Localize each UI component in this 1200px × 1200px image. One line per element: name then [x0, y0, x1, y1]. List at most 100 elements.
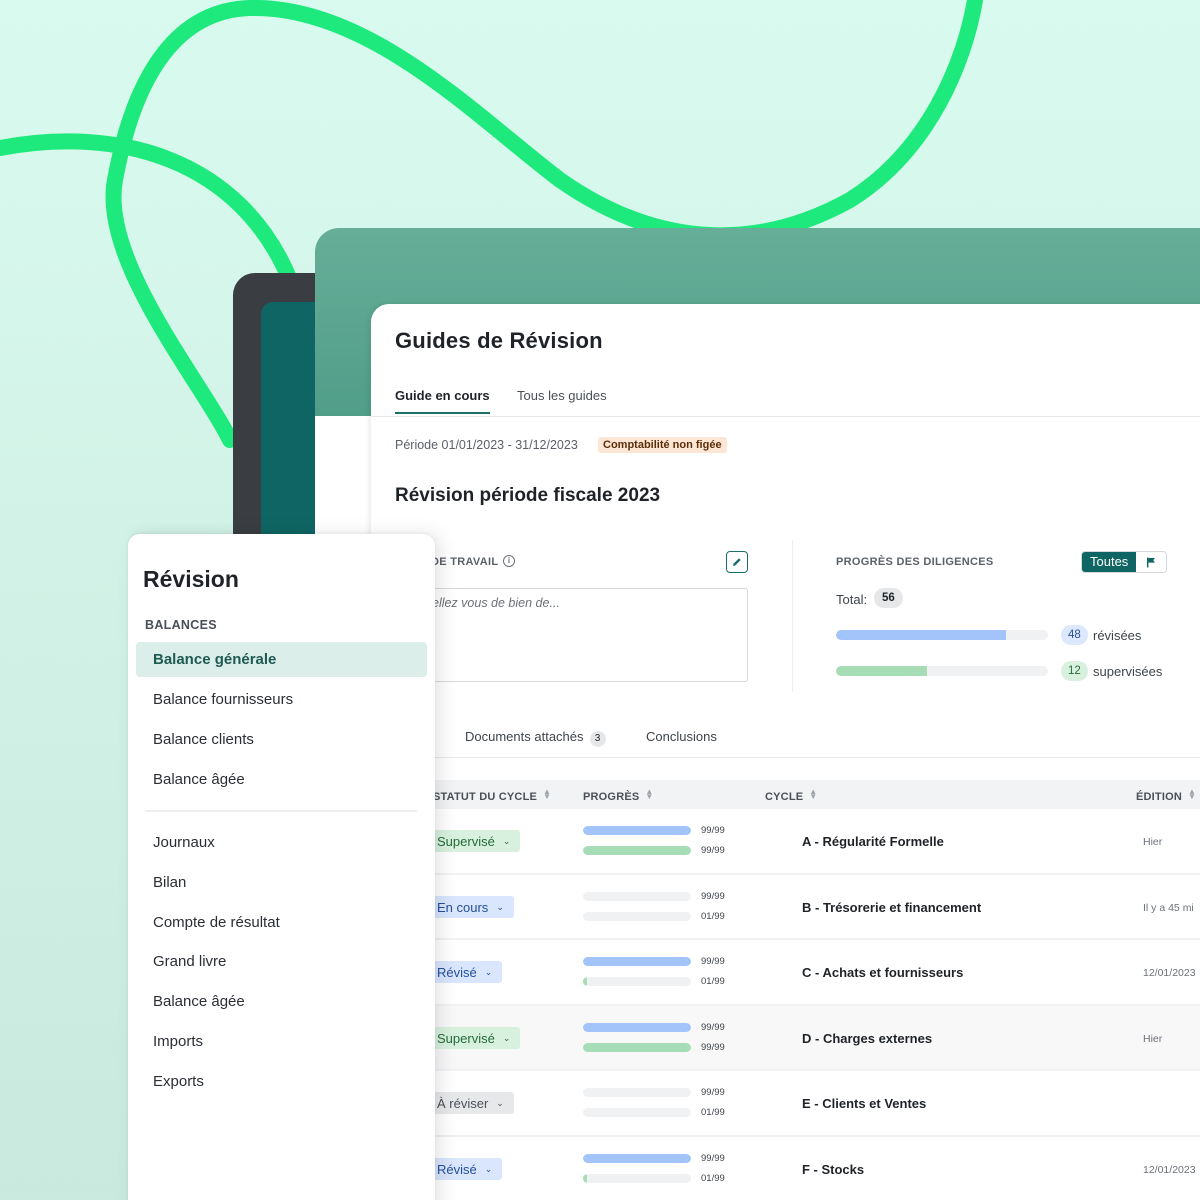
table-header: STATUT DU CYCLE ▲ ▼ PROGRÈS ▲ ▼ CYCLE ▲ ▼ ÉDIT… [371, 780, 1200, 809]
status-label: Révisé [437, 965, 477, 980]
sidebar-item-balance-clients[interactable]: Balance clients [136, 722, 427, 757]
supervised-mini-fill [583, 1042, 691, 1052]
cycle-name[interactable]: B - Trésorerie et financement [802, 900, 981, 915]
progress-filter: Toutes [1081, 551, 1168, 573]
supervised-value: 01/99 [701, 976, 725, 987]
sidebar-item-exports[interactable]: Exports [136, 1064, 427, 1099]
column-header-edition-label: ÉDITION [1136, 791, 1183, 803]
column-header-progress[interactable]: PROGRÈS ▲ ▼ [583, 787, 654, 804]
cycle-name[interactable]: A - Régularité Formelle [802, 834, 944, 849]
column-header-status[interactable]: STATUT DU CYCLE ▲ ▼ [433, 787, 552, 804]
status-label: Révisé [437, 1161, 477, 1177]
chevron-down-icon: ⌄ [496, 1098, 504, 1108]
revised-mini-fill [583, 1022, 691, 1032]
revised-mini-bar [583, 1022, 691, 1032]
sidebar-item-balance-generale[interactable]: Balance générale [136, 642, 427, 677]
tab-conclusions[interactable]: Conclusions [646, 729, 717, 744]
edit-notes-button[interactable] [726, 551, 748, 573]
documents-count-badge: 3 [589, 731, 606, 747]
sidebar-item-balance-agee[interactable]: Balance âgée [136, 762, 427, 797]
chevron-down-icon: ⌄ [496, 901, 504, 912]
supervised-progress-fill [836, 666, 928, 676]
supervised-mini-bar [583, 911, 691, 921]
status-dropdown[interactable]: À réviser ⌄ [433, 1092, 514, 1114]
table-row[interactable]: Révisé ⌄ 99/99 01/99 C - Achats et fournisse… [371, 940, 1200, 1006]
revised-value: 99/99 [701, 890, 725, 902]
status-dropdown[interactable]: Révisé ⌄ [433, 961, 503, 983]
supervised-progress-bar [836, 666, 1048, 676]
cycle-name[interactable]: D - Charges externes [802, 1031, 932, 1046]
revised-mini-bar [583, 957, 691, 966]
sort-icon: ▲ ▼ [1188, 787, 1197, 801]
sidebar-item-journaux[interactable]: Journaux [136, 825, 427, 860]
revised-progress-bar [836, 630, 1048, 640]
table-row[interactable]: À réviser ⌄ 99/99 01/99 E - Clients et Vente… [371, 1071, 1200, 1137]
sidebar-item-imports[interactable]: Imports [136, 1024, 427, 1059]
total-label: Total: [836, 592, 868, 607]
edition-date: Il y a 45 mi [1143, 901, 1194, 914]
sidebar-item-balance-fournisseurs[interactable]: Balance fournisseurs [136, 682, 427, 717]
revised-mini-bar [583, 826, 691, 835]
cycle-name[interactable]: E - Clients et Ventes [802, 1096, 926, 1111]
column-header-progress-label: PROGRÈS [583, 791, 640, 803]
chevron-down-icon: ⌄ [502, 1032, 511, 1043]
revision-guides-card: Guides de Révision Guide en cours Tous l… [371, 304, 1200, 1200]
table-row[interactable]: Supervisé ⌄ 99/99 99/99 A - Régularité Forme… [371, 809, 1200, 875]
section-title: Révision période fiscale 2023 [395, 485, 661, 506]
edition-date: 12/01/2023 [1143, 1163, 1196, 1176]
revised-progress-fill [836, 630, 1006, 640]
chevron-down-icon: ⌄ [484, 967, 493, 977]
sidebar: Révision BALANCES Balance générale Balan… [128, 534, 435, 1200]
revised-mini-fill [583, 1153, 691, 1163]
supervised-value: 99/99 [701, 1041, 725, 1053]
status-label: En cours [437, 899, 489, 915]
revised-count: 48 [1061, 625, 1088, 645]
tab-all-guides[interactable]: Tous les guides [517, 388, 607, 403]
sort-icon: ▲ ▼ [809, 787, 818, 801]
edition-date: Hier [1143, 1032, 1163, 1045]
revised-mini-bar [583, 891, 691, 901]
chevron-down-icon: ⌄ [484, 1163, 493, 1174]
supervised-value: 01/99 [701, 910, 725, 922]
revised-mini-fill [583, 957, 691, 966]
column-header-cycle[interactable]: CYCLE ▲ ▼ [765, 787, 818, 804]
filter-flagged-button[interactable] [1136, 552, 1167, 572]
sub-tab-bar: Documents attachés 3 Conclusions [371, 714, 1200, 758]
pencil-icon [733, 558, 741, 566]
sidebar-item-compte-de-resultat[interactable]: Compte de résultat [136, 905, 427, 940]
accounting-status-badge: Comptabilité non figée [598, 437, 727, 453]
sidebar-item-bilan[interactable]: Bilan [136, 865, 427, 900]
sidebar-item-balance-agee-2[interactable]: Balance âgée [136, 984, 427, 1019]
progress-label: PROGRÈS DES DILIGENCES [836, 556, 994, 568]
filter-all-button[interactable]: Toutes [1082, 552, 1137, 572]
chevron-down-icon: ⌄ [502, 836, 511, 846]
table-row[interactable]: En cours ⌄ 99/99 01/99 B - Trésorerie et fin… [371, 875, 1200, 940]
work-notes-input[interactable]: ellez vous de bien de... [401, 588, 748, 682]
period-range: Période 01/01/2023 - 31/12/2023 [395, 438, 578, 452]
sidebar-section-balances: BALANCES [145, 618, 217, 632]
revised-value: 99/99 [701, 1021, 725, 1033]
supervised-mini-bar [583, 1042, 691, 1052]
status-dropdown[interactable]: Révisé ⌄ [433, 1157, 503, 1180]
edition-date: Hier [1143, 836, 1163, 848]
status-dropdown[interactable]: Supervisé ⌄ [433, 830, 521, 852]
tab-attached-documents[interactable]: Documents attachés 3 [465, 729, 606, 747]
tab-bar: Guide en cours Tous les guides [371, 384, 1200, 417]
info-icon[interactable]: i [503, 555, 515, 567]
supervised-value: 99/99 [701, 845, 725, 856]
table-body: Supervisé ⌄ 99/99 99/99 A - Régularité Forme… [371, 809, 1200, 1200]
column-header-edition[interactable]: ÉDITION ▲ ▼ [1136, 787, 1197, 804]
sort-icon: ▲ ▼ [645, 787, 654, 801]
table-row[interactable]: Révisé ⌄ 99/99 01/99 F - Stocks 12/01/2023 [371, 1137, 1200, 1200]
status-dropdown[interactable]: En cours ⌄ [433, 895, 514, 918]
sidebar-title: Révision [143, 566, 239, 592]
cycle-name[interactable]: C - Achats et fournisseurs [802, 965, 963, 980]
cycle-name[interactable]: F - Stocks [802, 1162, 864, 1177]
revised-value: 99/99 [701, 956, 725, 967]
status-dropdown[interactable]: Supervisé ⌄ [433, 1026, 521, 1049]
table-row[interactable]: Supervisé ⌄ 99/99 99/99 D - Charges externes… [371, 1005, 1200, 1071]
supervised-mini-bar [583, 846, 691, 855]
sort-icon: ▲ ▼ [543, 787, 552, 801]
sidebar-item-grand-livre[interactable]: Grand livre [136, 944, 427, 979]
tab-current-guide[interactable]: Guide en cours [395, 388, 490, 414]
